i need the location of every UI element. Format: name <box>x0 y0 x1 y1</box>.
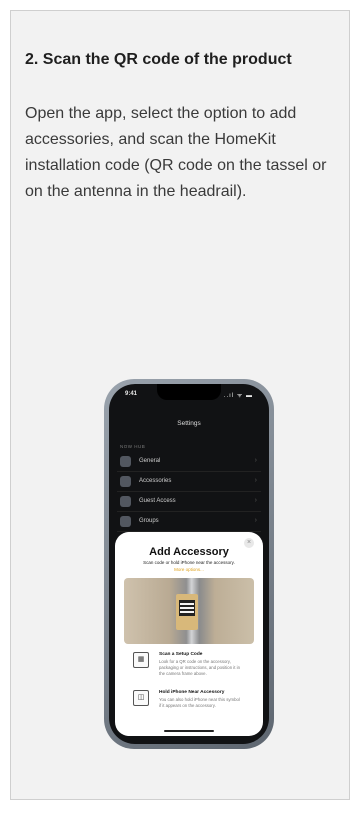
method-title: Hold iPhone Near Accessory <box>159 690 225 695</box>
nfc-icon: ◫ <box>133 690 149 706</box>
add-accessory-sheet: × Add Accessory Scan code or hold iPhone… <box>115 532 263 736</box>
sheet-title: Add Accessory <box>149 546 229 558</box>
settings-row-label: Accessories <box>139 478 172 484</box>
step-description: Open the app, select the option to add a… <box>25 105 327 200</box>
settings-list: General › Accessories › Guest Access › G… <box>117 452 261 532</box>
phone-screen: 9:41 ..ıl ᯤ ▬ Settings NOW HUB General ›… <box>109 384 269 744</box>
status-bar: 9:41 ..ıl ᯤ ▬ <box>109 390 269 402</box>
method-description: You can also hold iPhone near this symbo… <box>159 697 240 708</box>
settings-section-label: NOW HUB <box>120 444 146 449</box>
qr-code-icon <box>179 600 195 616</box>
chevron-right-icon: › <box>254 497 257 504</box>
camera-preview-image <box>124 578 254 644</box>
more-options-link[interactable]: More options... <box>115 567 263 572</box>
method-description: Look for a QR code on the accessory, pac… <box>159 659 240 676</box>
sheet-subtitle: Scan code or hold iPhone near the access… <box>143 560 235 565</box>
settings-row-label: Guest Access <box>139 498 176 504</box>
phone-illustration: 9:41 ..ıl ᯤ ▬ Settings NOW HUB General ›… <box>104 379 274 749</box>
qr-code-icon: ▦ <box>133 652 149 668</box>
chevron-right-icon: › <box>254 517 257 524</box>
instruction-card: 2. Scan the QR code of the product Open … <box>10 10 350 800</box>
settings-row-guest-access[interactable]: Guest Access › <box>117 492 261 512</box>
settings-row-label: Groups <box>139 518 159 524</box>
status-time: 9:41 <box>125 391 138 397</box>
settings-row-accessories[interactable]: Accessories › <box>117 472 261 492</box>
chevron-right-icon: › <box>254 457 257 464</box>
settings-title: Settings <box>177 420 201 427</box>
status-icons: ..ıl ᯤ ▬ <box>223 393 253 399</box>
chevron-right-icon: › <box>254 477 257 484</box>
person-icon <box>120 496 131 507</box>
grid-icon <box>120 476 131 487</box>
settings-row-groups[interactable]: Groups › <box>117 512 261 532</box>
house-icon <box>120 456 131 467</box>
settings-row-general[interactable]: General › <box>117 452 261 472</box>
squares-icon <box>120 516 131 527</box>
home-indicator <box>164 729 214 732</box>
settings-row-label: General <box>139 458 161 464</box>
method-title: Scan a Setup Code <box>159 652 203 657</box>
step-title: 2. Scan the QR code of the product <box>25 51 292 68</box>
